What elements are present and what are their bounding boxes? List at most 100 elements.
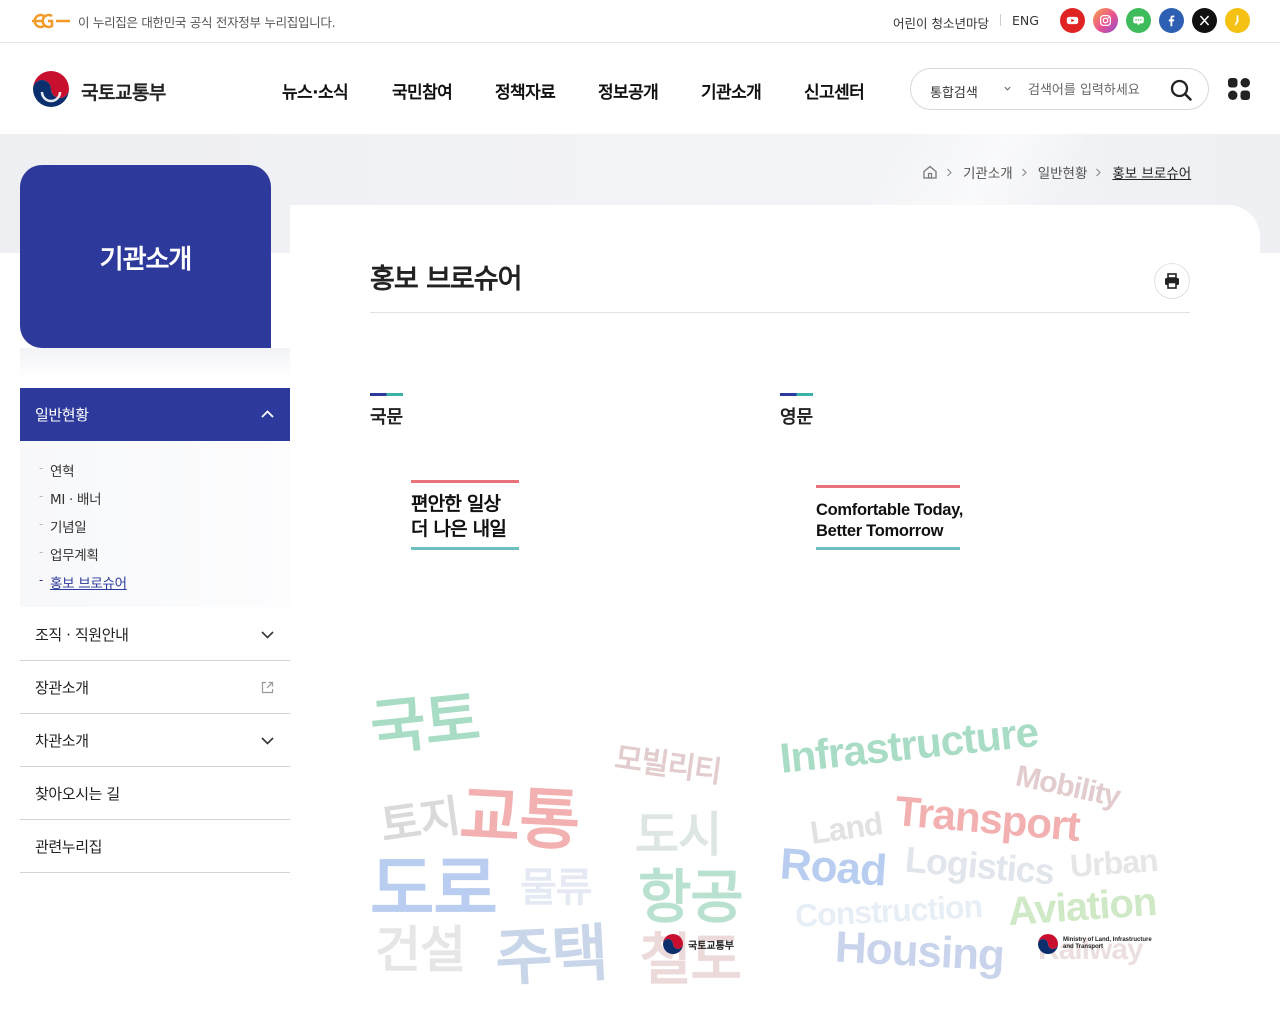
youtube-icon[interactable] [1060,8,1085,33]
chevron-up-icon [261,410,274,418]
sub-bullet: - [39,461,44,475]
lnb-item-vice-minister[interactable]: 차관소개 [20,714,290,767]
lnb-item-directions[interactable]: 찾아오시는 길 [20,767,290,820]
gov-banner: 이 누리집은 대한민국 공식 전자정부 누리집입니다. 어린이 청소년마당 EN… [0,0,1280,43]
gnb-disclosure[interactable]: 정보공개 [598,78,659,103]
brochure-english-cover[interactable]: Infrastructure Mobility Land Transport R… [780,665,1200,985]
ministry-logo-icon [1038,934,1058,954]
brochure-bottom-line [816,547,960,550]
title-divider [370,312,1190,313]
section-bar [370,393,403,396]
cover-logo-text: 국토교통부 [688,940,734,952]
search-icon[interactable] [1169,78,1193,102]
logo-text[interactable]: 국토교통부 [81,78,166,105]
brochure-english-link[interactable]: Comfortable Today, Better Tomorrow [816,480,964,552]
lnb-item-label: 일반현황 [35,406,89,424]
cover-logo: 국토교통부 [662,933,734,955]
blog-icon[interactable] [1126,8,1151,33]
lnb-item-organization[interactable]: 조직 · 직원안내 [20,608,290,661]
brochure-english-line2: Better Tomorrow [816,522,944,540]
lnb-shadow [20,348,290,378]
chevron-right-icon [947,168,952,176]
util-divider [1000,14,1001,26]
gnb-policy[interactable]: 정책자료 [495,78,556,103]
site-header: 국토교통부 뉴스·소식 국민참여 정책자료 정보공개 기관소개 신고센터 통합검… [0,43,1280,134]
breadcrumb-current[interactable]: 홍보 브로슈어 [1112,162,1191,182]
cover-word: Infrastructure [780,708,1041,782]
gnb-report[interactable]: 신고센터 [804,78,865,103]
lnb-item-minister[interactable]: 장관소개 [20,661,290,714]
search-scope-select[interactable]: 통합검색 [930,82,978,101]
sub-bullet: - [39,489,44,503]
cover-logo: Ministry of Land, Infrastructure and Tra… [1037,933,1153,955]
chevron-down-icon[interactable] [1003,84,1012,93]
lnb-title-box: 기관소개 [20,165,271,348]
lnb-item-label: 찾아오시는 길 [35,785,120,803]
kids-link[interactable]: 어린이 청소년마당 [893,13,989,32]
gnb-news[interactable]: 뉴스·소식 [282,78,349,103]
home-icon[interactable] [922,164,938,180]
cover-word: Road [780,839,888,896]
all-menu-icon[interactable] [1228,78,1250,100]
lnb-item-label: 차관소개 [35,732,89,750]
facebook-icon[interactable] [1159,8,1184,33]
brochure-korean-link[interactable]: 편안한 일상 더 나은 내일 [411,480,519,552]
brochure-korean-line2: 더 나은 내일 [411,518,507,540]
lnb-title: 기관소개 [99,245,193,275]
lnb-sub-anniversary[interactable]: 기념일 [50,516,87,536]
sub-bullet: - [39,545,44,559]
section-bar [780,393,813,396]
ministry-logo-icon[interactable] [30,68,72,110]
ministry-logo-icon [663,934,683,954]
print-icon [1165,273,1179,289]
lnb-sub-brochure[interactable]: 홍보 브로슈어 [50,572,127,592]
cover-word: 국토 [370,683,483,765]
cover-logo-text: Ministry of Land, Infrastructure and Tra… [1063,937,1152,950]
chevron-right-icon [1096,168,1102,176]
cover-word: 건설 [375,921,466,979]
breadcrumb-item[interactable]: 일반현황 [1038,162,1088,182]
chevron-down-icon [261,737,274,745]
brochure-top-line [816,485,960,488]
content-panel: 홍보 브로슈어 국문 편안한 일상 더 나은 내일 국토 모빌리티 토지 교통 … [290,205,1260,1024]
print-button[interactable] [1154,263,1190,299]
section-label-english: 영문 [780,407,814,428]
brochure-korean-line1: 편안한 일상 [411,493,501,515]
breadcrumb-item[interactable]: 기관소개 [963,162,1013,182]
sub-bullet: - [39,517,44,531]
chevron-down-icon [261,631,274,639]
gnb-about[interactable]: 기관소개 [701,78,762,103]
egov-logo-icon [32,13,70,29]
sub-bullet: - [39,573,44,587]
lnb-sub-workplan[interactable]: 업무계획 [50,544,99,564]
cover-word: Urban [1068,841,1159,885]
instagram-icon[interactable] [1093,8,1118,33]
lnb-item-label: 관련누리집 [35,838,103,856]
cover-word: Housing [833,922,1006,981]
brochure-korean-cover[interactable]: 국토 모빌리티 토지 교통 도시 도로 물류 항공 건설 주택 철도 국토교통부 [370,665,790,985]
lnb-item-general[interactable]: 일반현황 [20,388,290,441]
eng-link[interactable]: ENG [1012,13,1039,28]
breadcrumb: 기관소개 일반현황 홍보 브로슈어 [922,162,1191,182]
brochure-top-line [411,480,519,483]
brochure-bottom-line [411,547,519,550]
gov-notice-text: 이 누리집은 대한민국 공식 전자정부 누리집입니다. [78,15,336,30]
cover-word: 주택 [493,916,610,985]
search-box: 통합검색 [910,68,1209,110]
lnb-submenu: - 연혁 - MI · 배너 - 기념일 - 업무계획 - 홍보 브로슈어 [20,441,290,607]
gnb-participation[interactable]: 국민참여 [392,78,453,103]
external-link-icon [261,681,274,694]
page-title: 홍보 브로슈어 [370,264,522,295]
search-input[interactable] [1028,79,1158,101]
x-icon[interactable] [1192,8,1217,33]
lnb-item-label: 조직 · 직원안내 [35,626,129,644]
lnb-item-related-sites[interactable]: 관련누리집 [20,820,290,873]
lnb-sub-mi-banner[interactable]: MI · 배너 [50,488,102,508]
brochure-english-line1: Comfortable Today, [816,501,964,519]
section-label-korean: 국문 [370,407,404,428]
cover-word: Aviation [1006,879,1158,935]
lnb-sub-history[interactable]: 연혁 [50,460,75,480]
chevron-right-icon [1021,168,1027,176]
kakao-icon[interactable] [1225,8,1250,33]
cover-word: 모빌리티 [612,740,723,791]
